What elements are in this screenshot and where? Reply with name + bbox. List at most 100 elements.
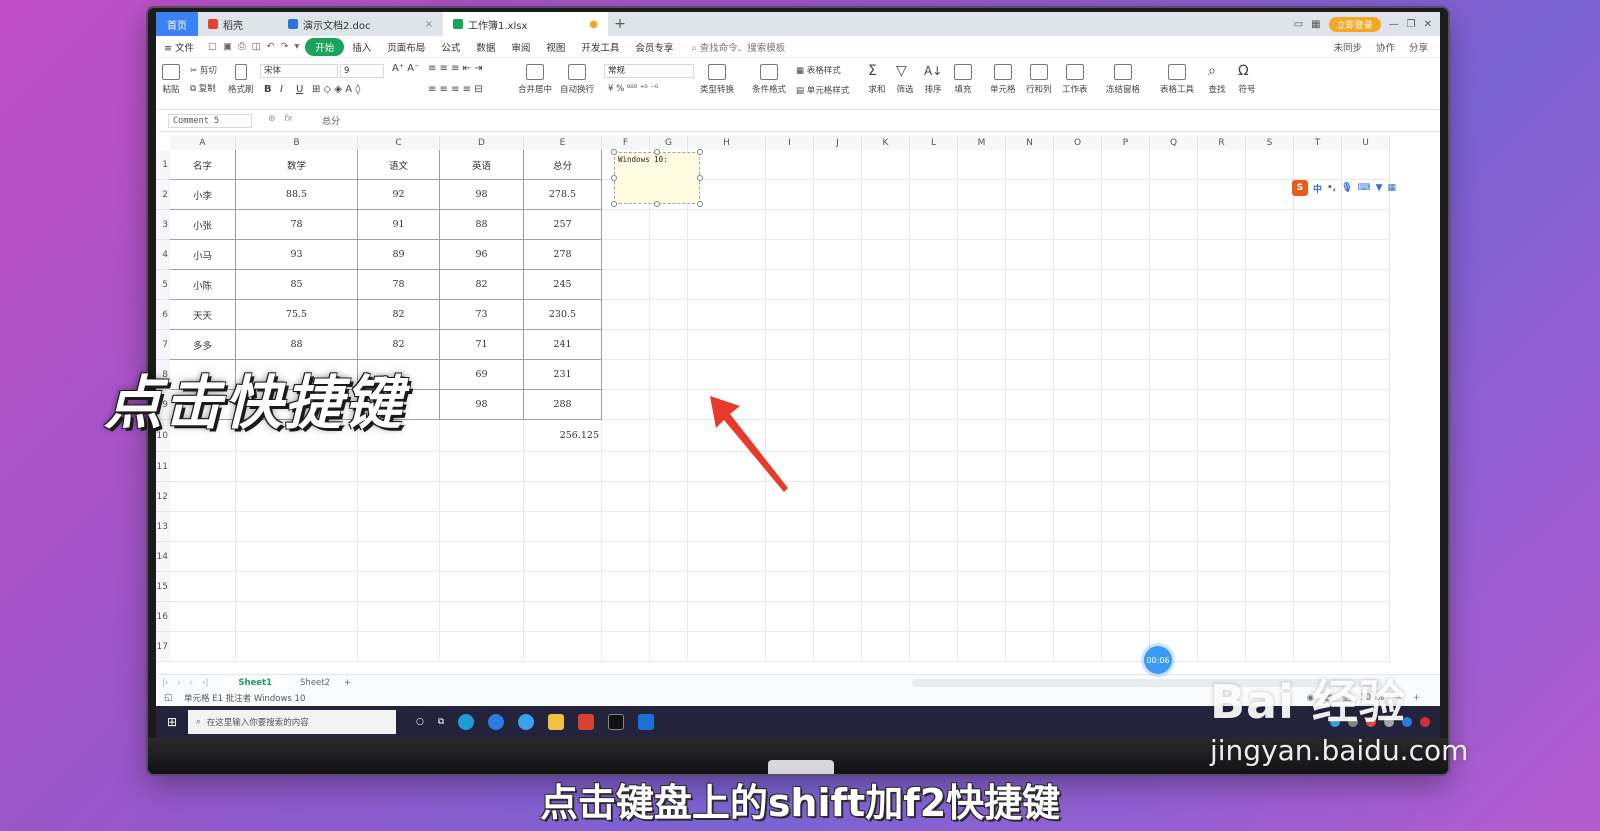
resize-handle[interactable]	[697, 201, 703, 207]
cell-A2[interactable]: 小李	[170, 180, 236, 210]
mic-icon[interactable]: 🎙	[1341, 183, 1352, 193]
cell-S16[interactable]	[1246, 602, 1294, 632]
cell-R3[interactable]	[1198, 210, 1246, 240]
cell-O5[interactable]	[1054, 270, 1102, 300]
cell-C5[interactable]: 78	[358, 270, 440, 300]
row-header[interactable]: 6	[156, 300, 170, 330]
resize-handle[interactable]	[697, 175, 703, 181]
tab-docer[interactable]: 稻壳	[198, 12, 278, 36]
tab-home[interactable]: 首页	[156, 12, 198, 36]
cell-G14[interactable]	[650, 542, 688, 572]
number-format-icons[interactable]: ¥ % ⁰⁰⁰ ⁺⁰ ⁻⁰	[608, 84, 658, 94]
formula-input[interactable]: 总分	[322, 114, 340, 127]
cell-A14[interactable]	[170, 542, 236, 572]
cell-O8[interactable]	[1054, 360, 1102, 390]
cell-N14[interactable]	[1006, 542, 1054, 572]
cell-H4[interactable]	[688, 240, 766, 270]
cell-O9[interactable]	[1054, 390, 1102, 420]
restore-icon[interactable]: ❐	[1407, 19, 1416, 30]
cell-L13[interactable]	[910, 512, 958, 542]
minimize-icon[interactable]: —	[1389, 19, 1399, 30]
cell-I7[interactable]	[766, 330, 814, 360]
taskbar-search[interactable]: ⌕ 在这里输入你要搜索的内容	[188, 710, 396, 734]
cell-C14[interactable]	[358, 542, 440, 572]
cell-H16[interactable]	[688, 602, 766, 632]
next-sheet-icon[interactable]: ›	[190, 678, 193, 688]
cell-Q9[interactable]	[1150, 390, 1198, 420]
cell-C12[interactable]	[358, 482, 440, 512]
cell-J9[interactable]	[814, 390, 862, 420]
menu-review[interactable]: 审阅	[503, 40, 538, 54]
table-style-button[interactable]: ▦ 表格样式	[796, 64, 841, 76]
cell-U5[interactable]	[1342, 270, 1390, 300]
menu-home[interactable]: 开始	[305, 37, 345, 56]
cell-M12[interactable]	[958, 482, 1006, 512]
format-painter-button[interactable]: 格式刷	[228, 64, 254, 95]
cell-N1[interactable]	[1006, 150, 1054, 180]
column-header[interactable]: J	[814, 136, 862, 150]
cell-Q14[interactable]	[1150, 542, 1198, 572]
cell-G13[interactable]	[650, 512, 688, 542]
cell-E8[interactable]: 231	[524, 360, 602, 390]
cell-D6[interactable]: 73	[440, 300, 524, 330]
column-header[interactable]: G	[650, 136, 688, 150]
cell-C16[interactable]	[358, 602, 440, 632]
cell-N10[interactable]	[1006, 420, 1054, 452]
cell-E17[interactable]	[524, 632, 602, 662]
cell-D7[interactable]: 71	[440, 330, 524, 360]
cell-H17[interactable]	[688, 632, 766, 662]
cell-S15[interactable]	[1246, 572, 1294, 602]
cell-T11[interactable]	[1294, 452, 1342, 482]
column-header[interactable]: I	[766, 136, 814, 150]
cell-N17[interactable]	[1006, 632, 1054, 662]
last-sheet-icon[interactable]: ›|	[202, 678, 208, 688]
cell-Q4[interactable]	[1150, 240, 1198, 270]
windows-start-icon[interactable]: ⊞	[156, 715, 188, 729]
cell-L5[interactable]	[910, 270, 958, 300]
cell-J1[interactable]	[814, 150, 862, 180]
cell-R10[interactable]	[1198, 420, 1246, 452]
cell-O12[interactable]	[1054, 482, 1102, 512]
cell-M6[interactable]	[958, 300, 1006, 330]
cell-R4[interactable]	[1198, 240, 1246, 270]
find-button[interactable]: ⌕ 查找	[1208, 64, 1226, 95]
close-window-icon[interactable]: ✕	[1424, 19, 1432, 30]
redo-icon[interactable]: ↷	[281, 41, 289, 52]
cell-R2[interactable]	[1198, 180, 1246, 210]
row-header[interactable]: 17	[156, 632, 170, 662]
column-header[interactable]: A	[170, 136, 236, 150]
sheet-tab-1[interactable]: Sheet1	[224, 677, 287, 688]
cell-B16[interactable]	[236, 602, 358, 632]
menu-file[interactable]: ≡ 文件	[156, 40, 202, 54]
cell-N4[interactable]	[1006, 240, 1054, 270]
resize-handle[interactable]	[611, 175, 617, 181]
cell-R8[interactable]	[1198, 360, 1246, 390]
cell-U6[interactable]	[1342, 300, 1390, 330]
cell-E13[interactable]	[524, 512, 602, 542]
cell-S3[interactable]	[1246, 210, 1294, 240]
cell-R17[interactable]	[1198, 632, 1246, 662]
sum-button[interactable]: Σ 求和	[868, 64, 886, 95]
cell-U15[interactable]	[1342, 572, 1390, 602]
cell-Q5[interactable]	[1150, 270, 1198, 300]
cell-A17[interactable]	[170, 632, 236, 662]
cell-M11[interactable]	[958, 452, 1006, 482]
cell-J2[interactable]	[814, 180, 862, 210]
cell-U16[interactable]	[1342, 602, 1390, 632]
cell-P1[interactable]	[1102, 150, 1150, 180]
wrap-text-button[interactable]: 自动换行	[560, 64, 594, 95]
ime-mode[interactable]: 中	[1313, 182, 1322, 195]
row-header[interactable]: 12	[156, 482, 170, 512]
cell-P5[interactable]	[1102, 270, 1150, 300]
cell-J15[interactable]	[814, 572, 862, 602]
row-header[interactable]: 16	[156, 602, 170, 632]
cell-Q3[interactable]	[1150, 210, 1198, 240]
cell-G16[interactable]	[650, 602, 688, 632]
symbol-button[interactable]: Ω 符号	[1238, 64, 1256, 95]
cell-B6[interactable]: 75.5	[236, 300, 358, 330]
cell-Q13[interactable]	[1150, 512, 1198, 542]
save-icon[interactable]: ▢	[208, 41, 217, 52]
cell-I16[interactable]	[766, 602, 814, 632]
cell-M14[interactable]	[958, 542, 1006, 572]
resize-handle[interactable]	[654, 201, 660, 207]
